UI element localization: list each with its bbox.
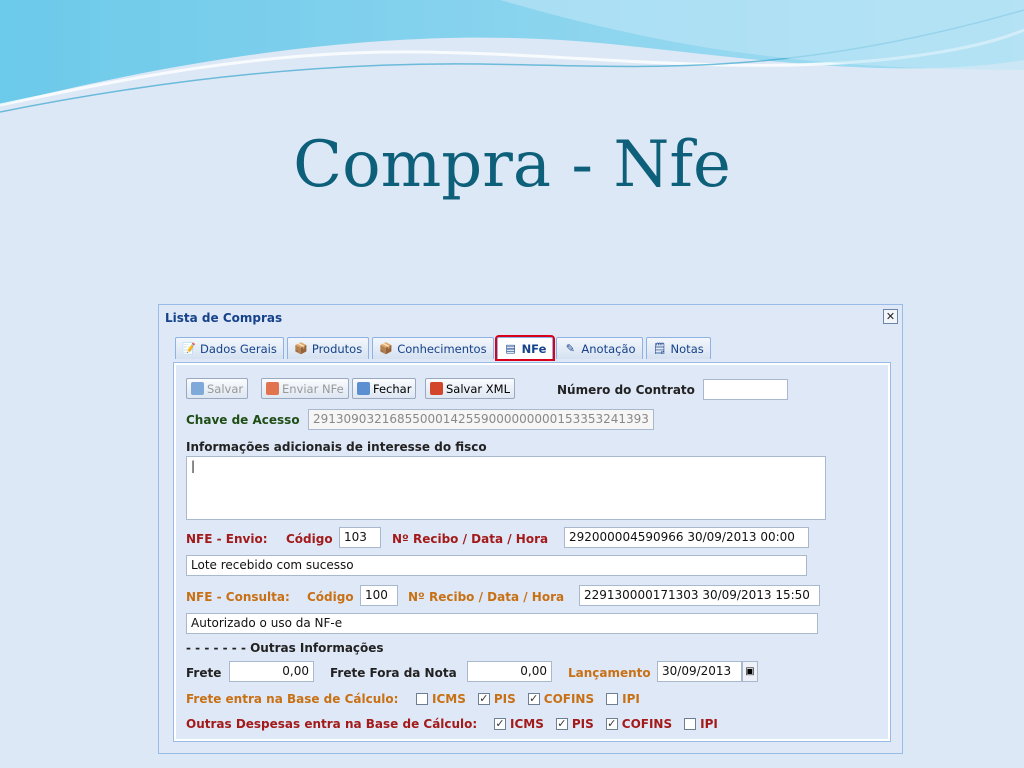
- chave-acesso-input[interactable]: 2913090321685500014255900000000015335324…: [308, 409, 654, 430]
- send-icon: [266, 382, 279, 395]
- enviar-nfe-button[interactable]: Enviar NFe: [261, 378, 349, 399]
- checkbox-label: ICMS: [432, 692, 466, 706]
- info-adicionais-label: Informações adicionais de interesse do f…: [186, 440, 487, 454]
- background-waves: [0, 0, 1024, 113]
- salvar-button[interactable]: Salvar: [186, 378, 249, 399]
- frete-pis-checkbox[interactable]: ✓: [477, 693, 490, 705]
- checkbox-label: PIS: [493, 692, 516, 706]
- despesas-cofins-checkbox[interactable]: ✓: [605, 718, 618, 730]
- tab-label: Anotação: [581, 341, 636, 356]
- tab-anotacao[interactable]: ✎ Anotação: [556, 337, 643, 359]
- envio-recibo-label: Nº Recibo / Data / Hora: [392, 532, 549, 546]
- consulta-recibo-label: Nº Recibo / Data / Hora: [408, 590, 565, 604]
- calendar-icon[interactable]: ▣: [742, 661, 758, 682]
- document-edit-icon: 📝: [182, 341, 196, 355]
- close-button[interactable]: ✕: [883, 309, 898, 324]
- consulta-recibo-input[interactable]: 229130000171303 30/09/2013 15:50: [579, 585, 820, 606]
- button-label: Enviar NFe: [282, 381, 344, 396]
- window-title: Lista de Compras: [165, 311, 283, 325]
- tab-produtos[interactable]: 📦 Produtos: [286, 337, 370, 359]
- slide-title: Compra - Nfe: [293, 128, 731, 202]
- frete-input[interactable]: 0,00: [229, 661, 314, 682]
- checkbox-label: ICMS: [510, 717, 544, 731]
- tab-bar: 📝 Dados Gerais 📦 Produtos 📦 Conhecimentos ▤…: [175, 335, 714, 361]
- button-label: Fechar: [373, 381, 412, 396]
- frete-label: Frete: [186, 666, 222, 680]
- despesas-ipi-checkbox[interactable]: [684, 718, 697, 730]
- consulta-codigo-input[interactable]: 100: [360, 585, 398, 606]
- button-label: Salvar: [207, 381, 244, 396]
- envio-recibo-input[interactable]: 292000004590966 30/09/2013 00:00: [564, 527, 809, 548]
- checkbox-label: COFINS: [621, 717, 673, 731]
- tab-label: Notas: [670, 341, 704, 356]
- frete-base-checkboxes: ICMS ✓ PIS ✓ COFINS IPI: [416, 692, 640, 706]
- frete-fora-label: Frete Fora da Nota: [330, 666, 457, 680]
- tab-dados-gerais[interactable]: 📝 Dados Gerais: [175, 337, 284, 359]
- button-label: Salvar XML: [446, 381, 510, 396]
- consulta-mensagem-input[interactable]: Autorizado o uso da NF-e: [186, 613, 818, 634]
- outras-informacoes-header: - - - - - - - Outras Informações: [186, 641, 384, 655]
- consulta-codigo-label: Código: [307, 590, 354, 604]
- frete-icms-checkbox[interactable]: [416, 693, 428, 705]
- lista-compras-window: Lista de Compras ✕ 📝 Dados Gerais 📦 Produt…: [158, 304, 903, 754]
- despesas-icms-checkbox[interactable]: ✓: [494, 718, 506, 730]
- checkbox-label: IPI: [622, 692, 640, 706]
- tab-label: Conhecimentos: [397, 341, 487, 356]
- checkbox-label: COFINS: [543, 692, 595, 706]
- tab-label: NFe: [521, 341, 547, 356]
- lancamento-label: Lançamento: [568, 666, 651, 680]
- frete-cofins-checkbox[interactable]: ✓: [527, 693, 540, 705]
- undo-arrow-icon: [357, 382, 370, 395]
- box-icon: 📦: [293, 341, 308, 355]
- chave-acesso-label: Chave de Acesso: [186, 413, 300, 427]
- package-icon: 📦: [379, 341, 394, 355]
- tab-conhecimentos[interactable]: 📦 Conhecimentos: [372, 337, 494, 359]
- nfe-envio-label: NFE - Envio:: [186, 532, 268, 546]
- fechar-button[interactable]: Fechar: [352, 378, 417, 399]
- envio-codigo-label: Código: [286, 532, 333, 546]
- nfe-panel: Salvar Enviar NFe Fechar Salvar XML Núme…: [173, 362, 891, 742]
- despesas-base-checkboxes: ✓ ICMS ✓ PIS ✓ COFINS IPI: [494, 717, 718, 731]
- tab-nfe[interactable]: ▤ NFe: [494, 335, 556, 361]
- lancamento-input[interactable]: 30/09/2013: [657, 661, 742, 682]
- envio-mensagem-input[interactable]: Lote recebido com sucesso: [186, 555, 807, 576]
- numero-contrato-label: Número do Contrato: [557, 383, 695, 397]
- tab-label: Produtos: [311, 341, 363, 356]
- frete-ipi-checkbox[interactable]: [606, 693, 619, 705]
- notes-icon: 🗒: [652, 341, 667, 355]
- tab-notas[interactable]: 🗒 Notas: [645, 337, 711, 359]
- salvar-xml-button[interactable]: Salvar XML: [425, 378, 515, 399]
- envio-codigo-input[interactable]: 103: [339, 527, 381, 548]
- checkbox-label: IPI: [700, 717, 718, 731]
- note-icon: ✎: [565, 341, 575, 355]
- save-xml-icon: [430, 382, 443, 395]
- frete-fora-input[interactable]: 0,00: [467, 661, 552, 682]
- check-icon: [191, 382, 204, 395]
- frete-base-label: Frete entra na Base de Cálculo:: [186, 692, 399, 706]
- nfe-consulta-label: NFE - Consulta:: [186, 590, 290, 604]
- form-icon: ▤: [505, 341, 516, 355]
- despesas-pis-checkbox[interactable]: ✓: [555, 718, 568, 730]
- despesas-base-label: Outras Despesas entra na Base de Cálculo…: [186, 717, 478, 731]
- info-adicionais-textarea[interactable]: |: [186, 456, 826, 520]
- numero-contrato-input[interactable]: [703, 379, 788, 400]
- checkbox-label: PIS: [571, 717, 594, 731]
- tab-label: Dados Gerais: [200, 341, 277, 356]
